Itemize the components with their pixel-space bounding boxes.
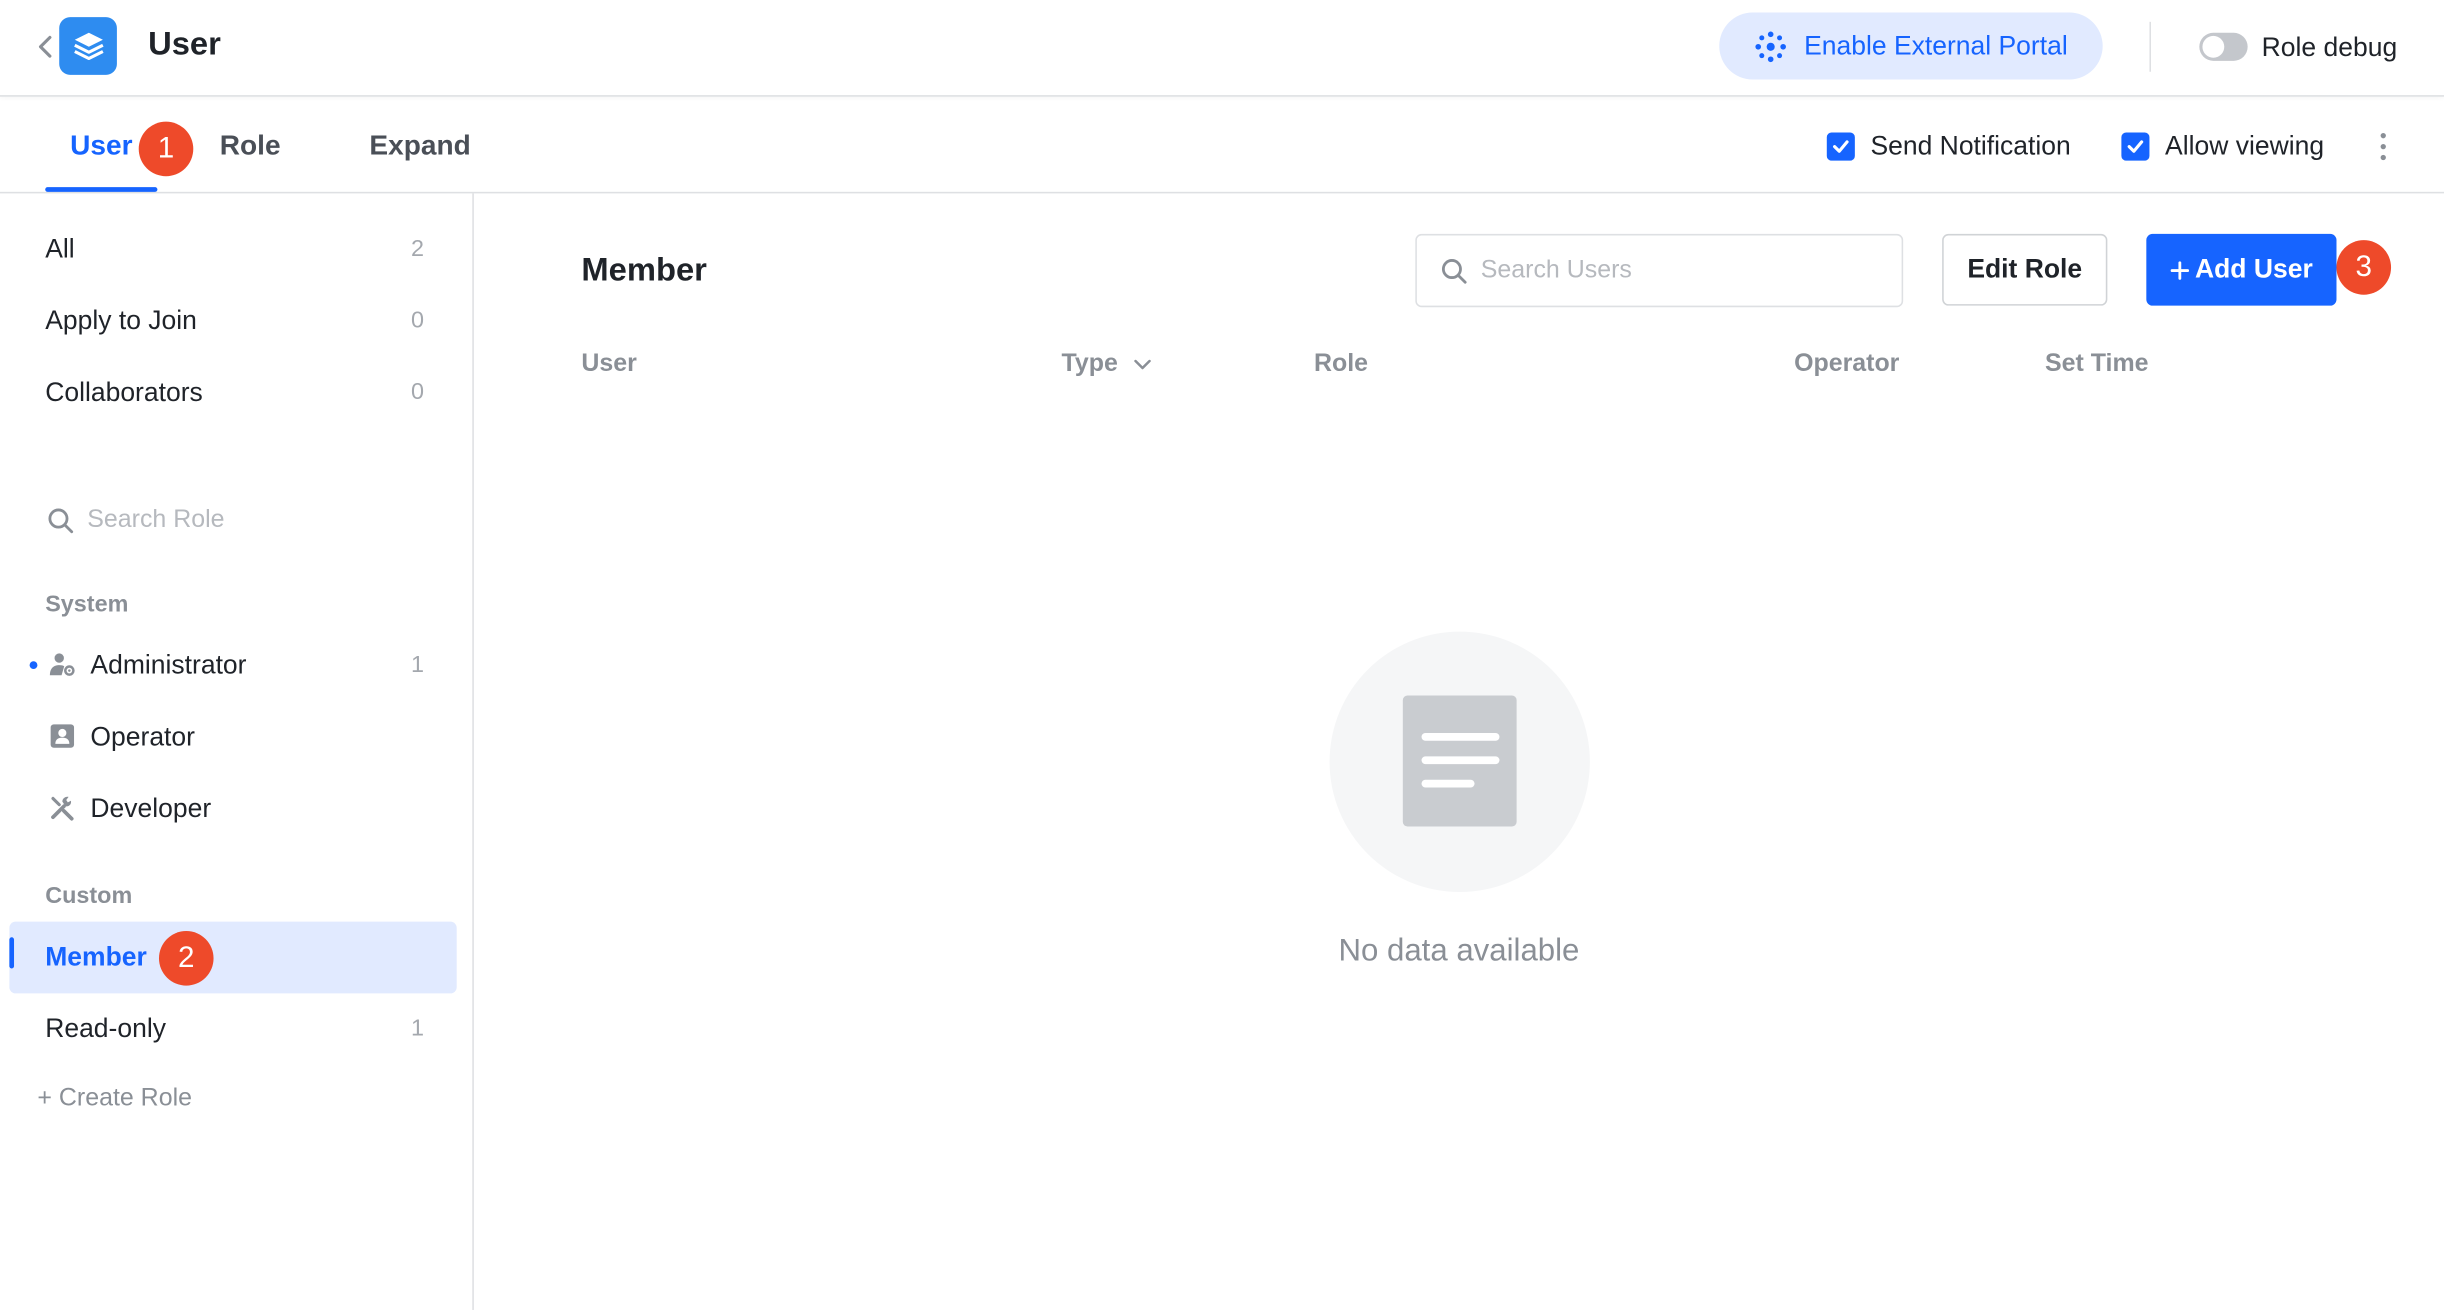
column-header-type-label: Type	[1061, 350, 1118, 378]
id-card-icon	[50, 724, 75, 748]
sidebar-item-count: 0	[410, 378, 424, 406]
top-header: User Enable External Portal Role debug	[0, 0, 2444, 97]
column-header-operator: Operator	[1794, 350, 1900, 378]
active-indicator	[9, 937, 15, 969]
step-marker-3: 3	[2336, 240, 2392, 295]
allow-viewing-checkbox[interactable]: Allow viewing	[2121, 131, 2324, 162]
add-user-label: Add User	[2194, 254, 2313, 284]
column-header-role: Role	[1313, 350, 1369, 378]
sidebar-item-collaborators[interactable]: Collaborators 0	[9, 357, 456, 429]
tab-expand[interactable]: Expand	[369, 129, 470, 162]
section-title-custom: Custom	[45, 882, 133, 910]
sidebar-item-developer[interactable]: Developer	[9, 774, 456, 846]
chevron-left-icon[interactable]	[31, 31, 59, 62]
step-marker-2: 2	[158, 931, 214, 986]
sidebar-item-label: Read-only	[45, 1013, 167, 1044]
plus-icon	[2170, 260, 2190, 279]
empty-state-text: No data available	[1338, 934, 1580, 969]
user-search	[1415, 233, 1904, 308]
document-line	[1421, 756, 1500, 765]
tab-user[interactable]: User	[70, 129, 132, 162]
role-debug-label: Role debug	[2261, 32, 2398, 63]
sidebar-item-count: 0	[410, 307, 424, 334]
search-users-input[interactable]	[1480, 256, 1871, 285]
sidebar-item-label: All	[45, 233, 75, 264]
sidebar-item-operator[interactable]: Operator	[9, 702, 456, 774]
sidebar-item-label: Operator	[90, 722, 195, 752]
role-search-input[interactable]	[87, 506, 400, 535]
tab-role[interactable]: Role	[220, 129, 281, 162]
toggle-knob	[2202, 35, 2225, 58]
document-line	[1421, 779, 1475, 788]
sidebar-item-label: Administrator	[90, 650, 247, 680]
column-header-set-time: Set Time	[2045, 350, 2149, 378]
edit-role-button[interactable]: Edit Role	[1942, 233, 2108, 306]
tools-icon	[51, 796, 74, 821]
create-role-link[interactable]: + Create Role	[37, 1085, 192, 1113]
role-search	[47, 499, 437, 543]
user-gear-icon	[49, 653, 75, 676]
tabs-bar: User 1 Role Expand Send Notification All…	[0, 98, 2444, 194]
allow-viewing-label: Allow viewing	[2165, 130, 2325, 161]
role-debug-toggle[interactable]	[2199, 32, 2248, 61]
status-dot	[29, 661, 38, 670]
send-notification-label: Send Notification	[1870, 130, 2071, 161]
checkmark-icon	[2121, 132, 2150, 161]
sidebar-item-label: Developer	[90, 793, 212, 824]
search-icon	[1441, 258, 1467, 283]
sidebar-item-read-only[interactable]: Read-only 1	[9, 993, 456, 1065]
sidebar-item-count: 1	[410, 651, 424, 679]
sidebar-item-count: 2	[410, 235, 424, 262]
send-notification-checkbox[interactable]: Send Notification	[1826, 130, 2071, 162]
document-line	[1421, 732, 1500, 741]
portal-dots-icon	[1756, 30, 1787, 62]
sidebar: All 2 Apply to Join 0 Collaborators 0 Sy…	[0, 193, 474, 1310]
step-marker-1: 1	[138, 121, 194, 177]
column-header-user: User	[581, 350, 637, 378]
active-tab-underline	[45, 187, 158, 192]
sidebar-item-label: Member	[45, 941, 147, 972]
chevron-down-icon	[1134, 359, 1152, 370]
sidebar-item-administrator[interactable]: Administrator 1	[9, 630, 456, 702]
search-icon	[48, 508, 74, 534]
document-icon	[1402, 695, 1517, 827]
more-vertical-icon[interactable]	[2372, 129, 2394, 163]
sidebar-item-label: Apply to Join	[45, 305, 197, 336]
cube-icon	[59, 17, 117, 75]
header-divider	[2149, 21, 2152, 72]
empty-state-illustration	[1329, 631, 1590, 893]
section-title-system: System	[45, 591, 129, 618]
page-title: User	[148, 26, 221, 63]
column-header-type[interactable]: Type	[1061, 351, 1152, 379]
checkmark-icon	[1826, 132, 1855, 161]
add-user-button[interactable]: Add User	[2146, 233, 2337, 306]
member-title: Member	[581, 252, 707, 289]
sidebar-item-member[interactable]: Member 2	[9, 921, 457, 994]
sidebar-item-all[interactable]: All 2	[9, 214, 456, 286]
sidebar-item-label: Collaborators	[45, 377, 203, 408]
portal-button-label: Enable External Portal	[1804, 30, 2068, 61]
sidebar-item-count: 1	[410, 1015, 424, 1042]
sidebar-item-apply-to-join[interactable]: Apply to Join 0	[9, 285, 456, 357]
app-window: User Enable External Portal Role debug U…	[0, 0, 2444, 1310]
enable-external-portal-button[interactable]: Enable External Portal	[1719, 12, 2103, 80]
